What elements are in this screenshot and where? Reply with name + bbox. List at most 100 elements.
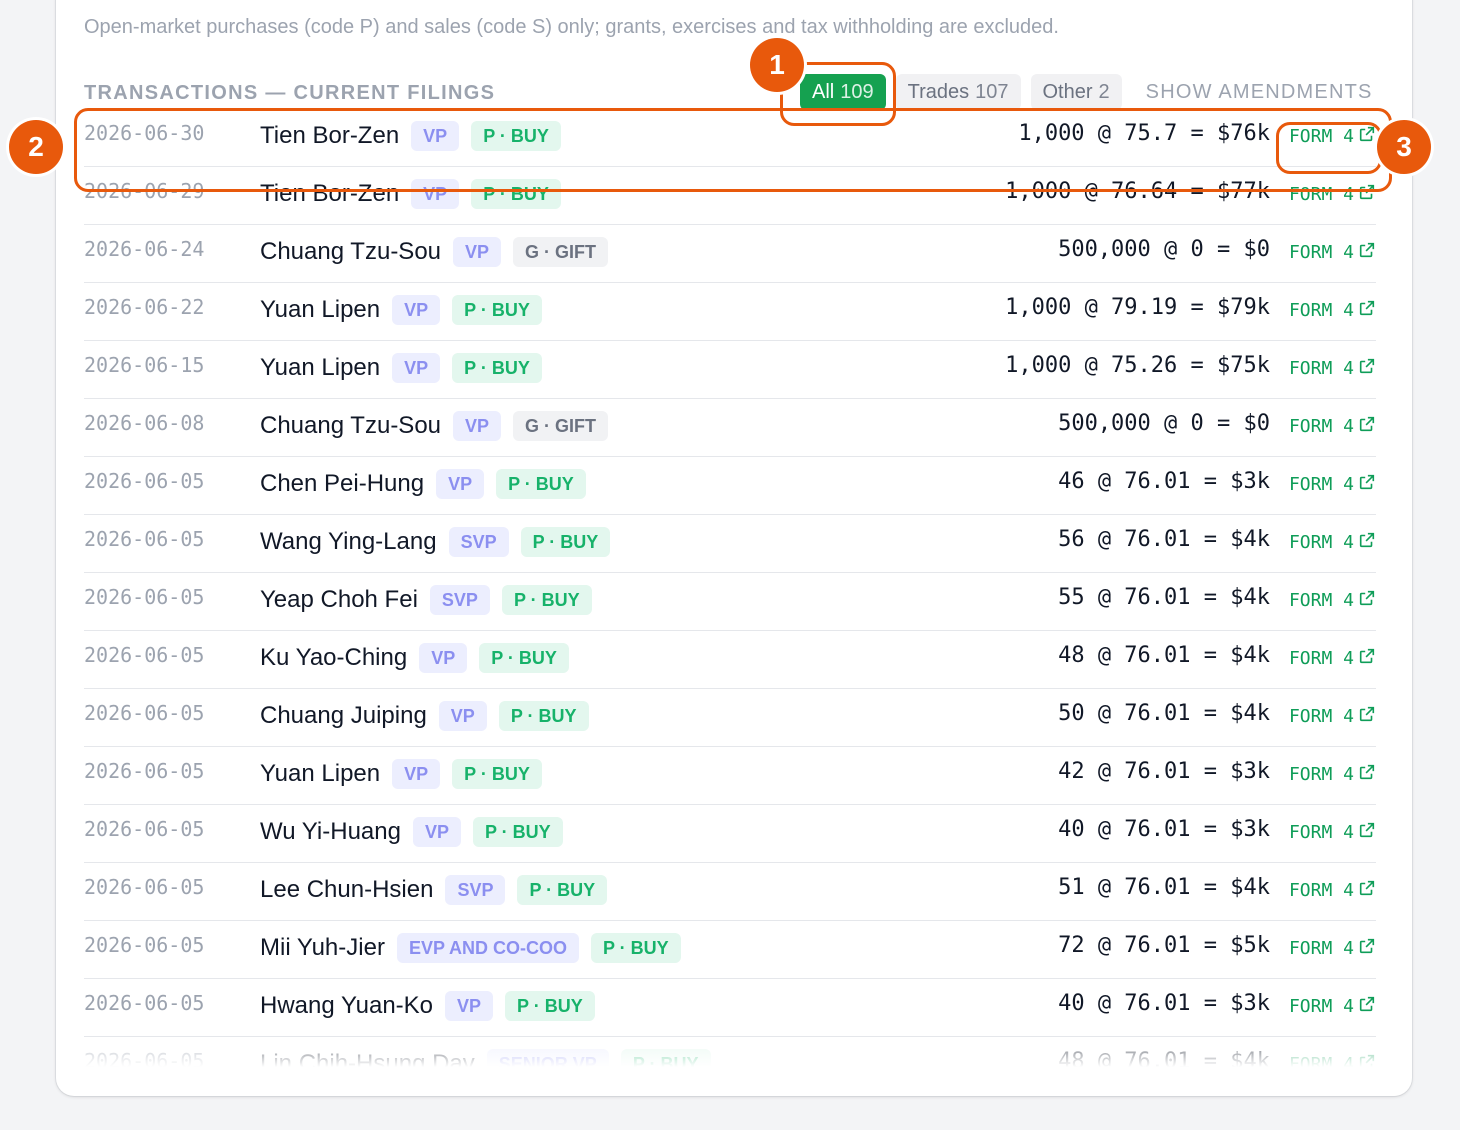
row-form4-link[interactable]: FORM 4 — [1289, 125, 1376, 148]
row-form4-label: FORM 4 — [1288, 242, 1354, 263]
section-title: TRANSACTIONS — CURRENT FILINGS — [84, 82, 496, 104]
row-form4-link[interactable]: FORM 4 — [1289, 473, 1376, 496]
row-insider-name[interactable]: Yeap Choh Fei — [260, 586, 418, 614]
transaction-row: 2026-06-30 Tien Bor-Zen VP P · BUY 1,000 @ 7… — [84, 110, 1376, 167]
row-form4-link[interactable]: FORM 4 — [1289, 879, 1376, 902]
transaction-row: 2026-06-05 Yeap Choh Fei SVP P · BUY 55 @ 76… — [84, 573, 1376, 631]
row-amount: 500,000 @ 0 = $0 — [1058, 411, 1270, 436]
row-role-badge: VP — [453, 411, 502, 441]
row-insider-name[interactable]: Chen Pei-Hung — [260, 470, 424, 498]
external-link-icon — [1358, 937, 1376, 960]
row-code-badge: P · BUY — [517, 875, 608, 905]
row-insider-name[interactable]: Tien Bor-Zen — [260, 180, 399, 208]
row-date: 2026-06-08 — [84, 411, 205, 435]
row-amount: 40 @ 76.01 = $3k — [1058, 817, 1270, 842]
row-form4-link[interactable]: FORM 4 — [1289, 763, 1376, 786]
row-code-badge: P · BUY — [501, 585, 592, 615]
external-link-icon — [1358, 531, 1376, 554]
row-amount: 56 @ 76.01 = $4k — [1058, 527, 1270, 552]
transaction-row: 2026-06-05 Chuang Juiping VP P · BUY 50 @ 76… — [84, 689, 1376, 747]
transaction-row: 2026-06-05 Lee Chun-Hsien SVP P · BUY 51 @ 7… — [84, 863, 1376, 921]
row-date: 2026-06-05 — [84, 643, 205, 667]
row-amount: 46 @ 76.01 = $3k — [1058, 469, 1270, 494]
row-date: 2026-06-05 — [84, 933, 205, 957]
external-link-icon — [1358, 879, 1376, 902]
row-insider-name[interactable]: Wang Ying-Lang — [260, 528, 437, 556]
row-form4-link[interactable]: FORM 4 — [1289, 821, 1376, 844]
row-form4-label: FORM 4 — [1288, 126, 1354, 147]
row-date: 2026-06-22 — [84, 295, 205, 319]
row-form4-label: FORM 4 — [1288, 532, 1354, 553]
filter-other-chip[interactable]: Other 2 — [1030, 74, 1122, 110]
row-form4-link[interactable]: FORM 4 — [1289, 241, 1376, 264]
row-insider-name[interactable]: Tien Bor-Zen — [260, 122, 399, 150]
row-insider-name[interactable]: Yuan Lipen — [260, 354, 380, 382]
row-insider-name[interactable]: Ku Yao-Ching — [260, 644, 407, 672]
row-form4-link[interactable]: FORM 4 — [1289, 357, 1376, 380]
show-amendments-toggle[interactable]: SHOW AMENDMENTS — [1146, 81, 1373, 104]
external-link-icon — [1358, 357, 1376, 380]
row-role-badge: VP — [412, 817, 461, 847]
row-insider-name[interactable]: Chuang Juiping — [260, 702, 427, 730]
row-form4-label: FORM 4 — [1288, 184, 1354, 205]
row-insider-name[interactable]: Chuang Tzu-Sou — [260, 238, 441, 266]
row-date: 2026-06-24 — [84, 237, 205, 261]
transaction-row: 2026-06-05 Wu Yi-Huang VP P · BUY 40 @ 76.01… — [84, 805, 1376, 863]
row-code-badge: P · BUY — [471, 179, 561, 209]
row-insider-name[interactable]: Mii Yuh-Jier — [260, 934, 385, 962]
row-date: 2026-06-05 — [84, 817, 205, 841]
row-code-badge: G · GIFT — [513, 237, 609, 267]
row-insider: Tien Bor-Zen VP P · BUY — [260, 179, 561, 209]
row-amount: 1,000 @ 79.19 = $79k — [1005, 295, 1270, 320]
filter-trades-chip[interactable]: Trades 107 — [895, 74, 1021, 110]
row-insider-name[interactable]: Yuan Lipen — [260, 296, 380, 324]
row-amount: 1,000 @ 75.7 = $76k — [1018, 121, 1270, 146]
row-insider-name[interactable]: Hwang Yuan-Ko — [260, 992, 433, 1020]
filter-all-chip[interactable]: All 109 — [800, 74, 886, 110]
row-role-badge: VP — [438, 701, 487, 731]
row-amount: 55 @ 76.01 = $4k — [1058, 585, 1270, 610]
row-role-badge: VP — [411, 121, 460, 151]
external-link-icon — [1358, 299, 1376, 322]
row-date: 2026-06-15 — [84, 353, 205, 377]
row-form4-link[interactable]: FORM 4 — [1289, 647, 1376, 670]
row-insider-name[interactable]: Yuan Lipen — [260, 760, 380, 788]
transaction-row: 2026-06-22 Yuan Lipen VP P · BUY 1,000 @ 79.… — [84, 283, 1376, 341]
row-form4-link[interactable]: FORM 4 — [1289, 995, 1376, 1018]
row-code-badge: P · BUY — [471, 121, 561, 151]
row-form4-label: FORM 4 — [1288, 764, 1354, 785]
transaction-rows: 2026-06-30 Tien Bor-Zen VP P · BUY 1,000 @ 7… — [84, 110, 1376, 1067]
row-insider-name[interactable]: Lee Chun-Hsien — [260, 876, 433, 904]
row-code-badge: P · BUY — [496, 469, 586, 499]
row-form4-label: FORM 4 — [1288, 300, 1354, 321]
transaction-row: 2026-06-05 Mii Yuh-Jier EVP AND CO-COO P · … — [84, 921, 1376, 979]
row-insider-name[interactable]: Chuang Tzu-Sou — [260, 412, 441, 440]
row-insider: Yuan Lipen VP P · BUY — [260, 295, 542, 325]
row-form4-label: FORM 4 — [1288, 358, 1354, 379]
row-form4-link[interactable]: FORM 4 — [1289, 415, 1376, 438]
row-form4-link[interactable]: FORM 4 — [1289, 937, 1376, 960]
transaction-row: 2026-06-05 Ku Yao-Ching VP P · BUY 48 @ 76.0… — [84, 631, 1376, 689]
row-code-badge: P · BUY — [590, 933, 681, 963]
row-form4-link[interactable]: FORM 4 — [1289, 589, 1376, 612]
external-link-icon — [1358, 415, 1376, 438]
row-form4-link[interactable]: FORM 4 — [1289, 183, 1376, 206]
external-link-icon — [1358, 705, 1376, 728]
row-role-badge: SVP — [429, 585, 490, 615]
external-link-icon — [1358, 763, 1376, 786]
row-form4-link[interactable]: FORM 4 — [1289, 531, 1376, 554]
row-form4-label: FORM 4 — [1288, 648, 1354, 669]
row-code-badge: P · BUY — [452, 759, 542, 789]
row-form4-link[interactable]: FORM 4 — [1289, 299, 1376, 322]
row-form4-link[interactable]: FORM 4 — [1289, 705, 1376, 728]
row-form4-label: FORM 4 — [1288, 880, 1354, 901]
row-form4-label: FORM 4 — [1288, 706, 1354, 727]
row-insider: Ku Yao-Ching VP P · BUY — [260, 643, 569, 673]
row-insider: Yeap Choh Fei SVP P · BUY — [260, 585, 592, 615]
row-code-badge: P · BUY — [520, 527, 611, 557]
row-form4-label: FORM 4 — [1288, 590, 1354, 611]
row-amount: 40 @ 76.01 = $3k — [1058, 991, 1270, 1016]
row-role-badge: SVP — [448, 527, 509, 557]
row-role-badge: VP — [392, 295, 441, 325]
row-insider-name[interactable]: Wu Yi-Huang — [260, 818, 401, 846]
